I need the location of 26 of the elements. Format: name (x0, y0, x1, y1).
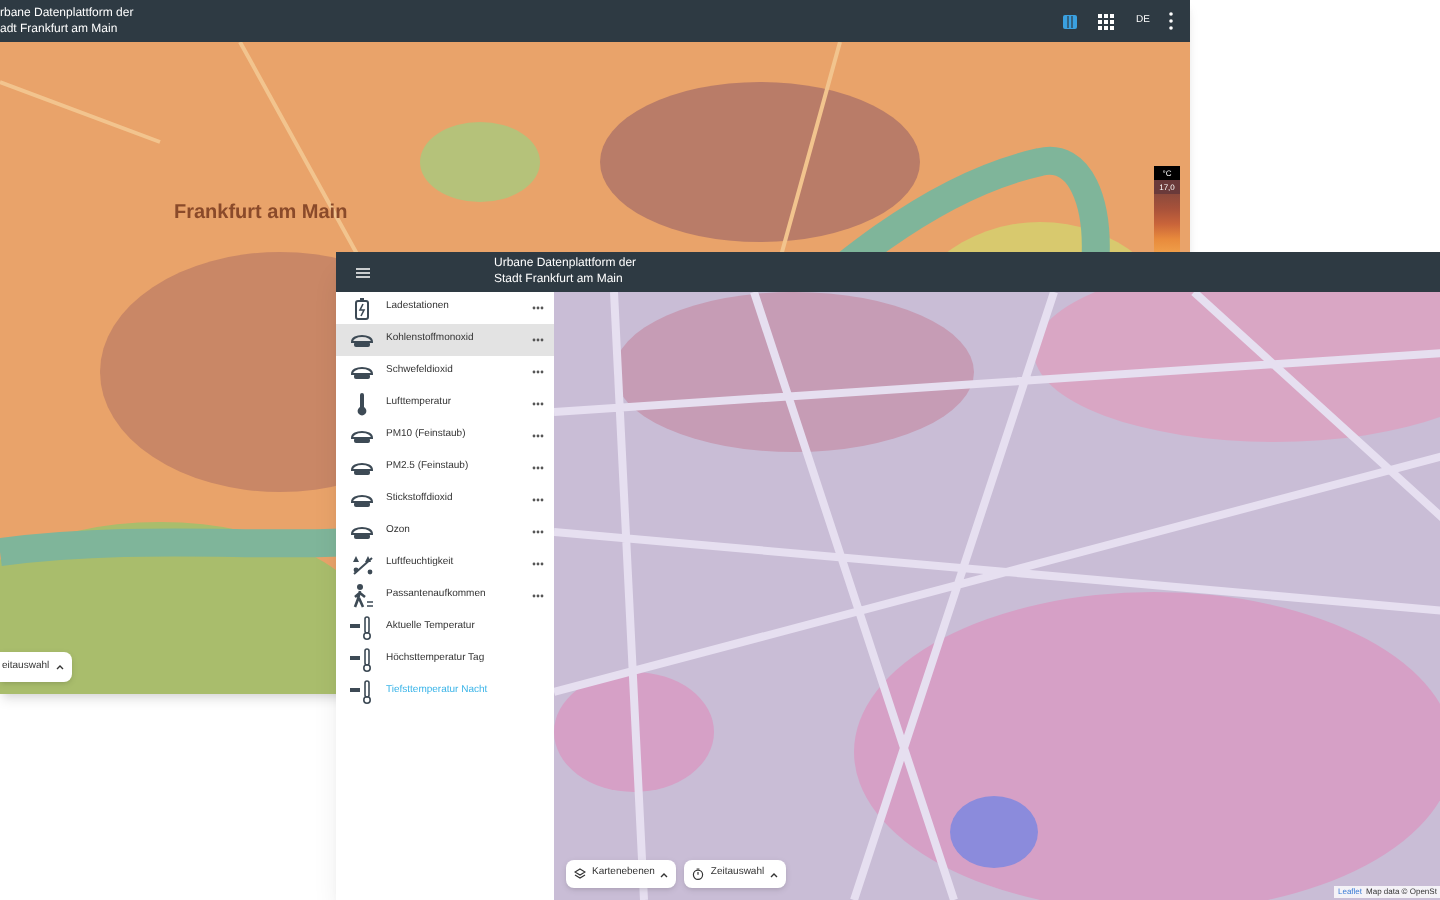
humidity-icon (351, 553, 373, 575)
caret-up-icon (55, 664, 64, 670)
caret-up-icon (770, 871, 779, 877)
cloud-sensor-icon (350, 492, 374, 508)
layers-icon (574, 868, 586, 880)
menu-icon[interactable] (356, 267, 370, 277)
pedestrian-icon (351, 584, 373, 608)
caret-up-icon (660, 871, 669, 877)
thermometer-gauge-icon (350, 680, 374, 704)
map-view-button[interactable] (1058, 9, 1083, 33)
pond (950, 796, 1038, 868)
stopwatch-icon (692, 868, 705, 880)
legend-color-scale (1154, 194, 1180, 254)
city-label: Frankfurt am Main (174, 200, 348, 228)
thermometer-gauge-icon (350, 648, 374, 672)
thermometer-icon (356, 392, 368, 416)
cloud-sensor-icon (350, 428, 374, 444)
more-menu-icon[interactable] (1168, 12, 1174, 30)
thermometer-gauge-icon (350, 616, 374, 640)
cloud-sensor-icon (350, 364, 374, 380)
grid-view-button[interactable] (1094, 9, 1119, 33)
cloud-sensor-icon (350, 460, 374, 476)
park-area (420, 122, 540, 202)
cloud-sensor-icon (350, 524, 374, 540)
battery-icon (354, 297, 370, 319)
cloud-sensor-icon (350, 332, 374, 348)
